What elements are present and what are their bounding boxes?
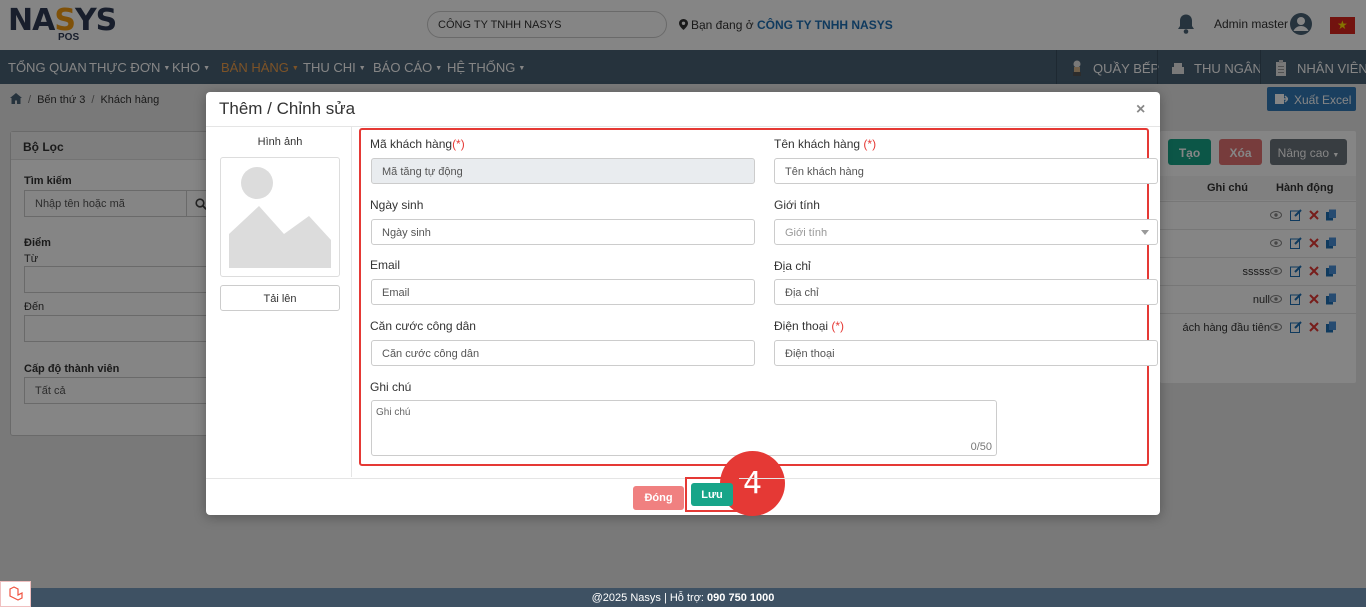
customer-code-label: Mã khách hàng(*) [370,137,465,151]
phone-label: Điện thoại (*) [774,319,844,333]
upload-button[interactable]: Tải lên [220,285,340,311]
footer: @2025 Nasys | Hỗ trợ: 090 750 1000 [0,588,1366,607]
footer-text: @2025 Nasys | Hỗ trợ: [591,592,704,604]
close-icon[interactable]: × [1136,101,1145,119]
customer-edit-modal: Thêm / Chỉnh sửa × Hình ảnh Tải lên Mã k… [206,92,1160,516]
gender-label: Giới tính [774,198,820,212]
image-label: Hình ảnh [257,136,303,148]
required-mark: (*) [863,137,877,151]
dob-input[interactable]: Ngày sinh [371,219,755,245]
modal-divider [206,126,1160,127]
address-input[interactable]: Địa chỉ [774,279,1158,305]
gender-select[interactable]: Giới tính [774,219,1158,245]
phone-label-text: Điện thoại [774,319,829,333]
customer-form-highlight: Mã khách hàng(*) Mã tăng tự động Tên khá… [359,128,1158,466]
email-label: Email [370,258,401,272]
customer-code-label-text: Mã khách hàng [370,137,453,151]
note-label: Ghi chú [370,380,412,394]
required-mark: (*) [831,319,845,333]
phone-input[interactable]: Điện thoại [774,340,1158,366]
laravel-debug-icon[interactable] [0,581,31,607]
customer-name-label: Tên khách hàng (*) [774,137,876,151]
dob-label: Ngày sinh [370,198,424,212]
customer-code-input: Mã tăng tự động [371,158,755,184]
image-preview[interactable] [220,157,340,277]
save-button-highlight: Lưu [685,477,739,512]
note-placeholder: Ghi chú [376,407,411,418]
note-char-counter: 0/50 [970,441,992,453]
modal-title: Thêm / Chỉnh sửa [219,99,356,118]
laravel-logo-icon [9,586,23,601]
id-card-input[interactable]: Căn cước công dân [371,340,755,366]
caret-down-icon [1141,230,1149,235]
id-card-label: Căn cước công dân [370,319,476,333]
customer-name-label-text: Tên khách hàng [774,137,861,151]
note-textarea[interactable]: Ghi chú 0/50 [371,400,997,456]
column-divider [351,127,352,477]
gender-select-value: Giới tính [785,227,828,239]
footer-phone: 090 750 1000 [707,592,775,604]
customer-name-input[interactable]: Tên khách hàng [774,158,1158,184]
close-button[interactable]: Đóng [633,486,684,510]
image-placeholder-icon [229,167,331,268]
required-mark: (*) [452,137,465,151]
email-input[interactable]: Email [371,279,755,305]
address-label: Địa chỉ [774,259,811,273]
modal-footer-divider [206,478,1160,479]
save-button[interactable]: Lưu [691,483,733,506]
